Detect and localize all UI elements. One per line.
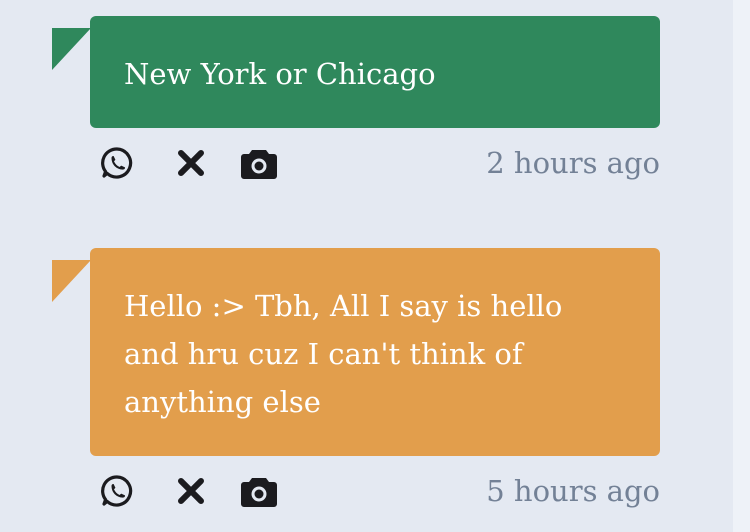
close-icon[interactable]: [172, 471, 210, 511]
speech-tail: [52, 260, 91, 302]
timestamp: 5 hours ago: [486, 474, 660, 508]
whatsapp-icon[interactable]: [98, 143, 136, 183]
close-icon[interactable]: [172, 143, 210, 183]
camera-icon[interactable]: [240, 143, 278, 183]
message-text: New York or Chicago: [124, 57, 436, 91]
message-card: New York or Chicago: [52, 16, 660, 128]
camera-icon[interactable]: [240, 471, 278, 511]
whatsapp-icon[interactable]: [98, 471, 136, 511]
message-card: Hello :> Tbh, All I say is hello and hru…: [52, 248, 660, 456]
message-text: Hello :> Tbh, All I say is hello and hru…: [124, 289, 563, 419]
scroll-gutter: [733, 0, 750, 532]
message-actions: 5 hours ago: [98, 471, 660, 511]
timestamp: 2 hours ago: [486, 146, 660, 180]
speech-tail: [52, 28, 91, 70]
message-actions: 2 hours ago: [98, 143, 660, 183]
